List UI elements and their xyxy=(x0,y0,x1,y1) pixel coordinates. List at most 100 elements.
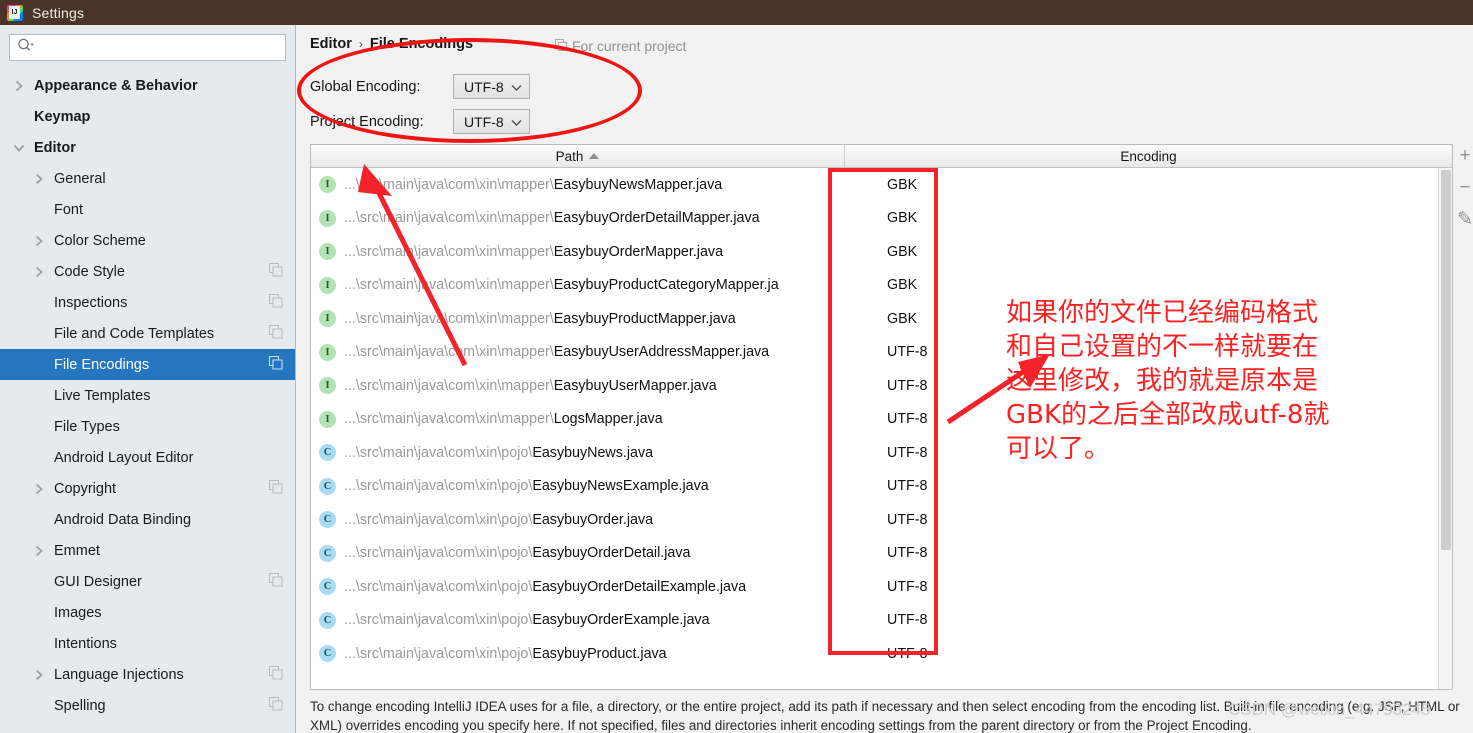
encodings-table: Path Encoding I ...\src\main\java\com\xin… xyxy=(310,144,1453,690)
table-row[interactable]: C ...\src\main\java\com\xin\pojo\ EasybuyO… xyxy=(311,570,1452,604)
class-icon: C xyxy=(319,578,336,596)
cell-encoding[interactable]: GBK xyxy=(845,244,917,260)
path-filename: EasybuyUserAddressMapper.java xyxy=(553,344,770,361)
cell-encoding[interactable]: UTF-8 xyxy=(845,579,928,595)
cell-encoding[interactable]: UTF-8 xyxy=(845,445,928,461)
cell-path: C ...\src\main\java\com\xin\pojo\ EasybuyO… xyxy=(311,611,845,629)
sidebar-item-label: File and Code Templates xyxy=(54,325,215,342)
sidebar-item-file-types[interactable]: File Types xyxy=(0,411,295,442)
cell-path: I ...\src\main\java\com\xin\mapper\ Easybu… xyxy=(311,310,845,328)
chevron-down-icon[interactable] xyxy=(10,143,28,153)
class-icon: C xyxy=(319,645,336,663)
interface-icon: I xyxy=(319,243,336,261)
sidebar-item-emmet[interactable]: Emmet xyxy=(0,535,295,566)
cell-encoding[interactable]: UTF-8 xyxy=(845,411,928,427)
table-row[interactable]: I ...\src\main\java\com\xin\mapper\ Easybu… xyxy=(311,168,1452,202)
chevron-right-icon[interactable] xyxy=(30,545,48,557)
sidebar-item-file-and-code-templates[interactable]: File and Code Templates xyxy=(0,318,295,349)
table-row[interactable]: I ...\src\main\java\com\xin\mapper\ Easybu… xyxy=(311,369,1452,403)
table-scrollbar-thumb[interactable] xyxy=(1441,170,1451,550)
sidebar-item-live-templates[interactable]: Live Templates xyxy=(0,380,295,411)
table-row[interactable]: C ...\src\main\java\com\xin\pojo\ EasybuyP… xyxy=(311,637,1452,671)
sidebar-item-file-encodings[interactable]: File Encodings xyxy=(0,349,295,380)
table-scrollbar[interactable] xyxy=(1438,168,1452,689)
edit-button[interactable]: ✎ xyxy=(1456,210,1473,229)
sidebar-item-gui-designer[interactable]: GUI Designer xyxy=(0,566,295,597)
path-filename: EasybuyUserMapper.java xyxy=(553,377,717,394)
cell-encoding[interactable]: UTF-8 xyxy=(845,378,928,394)
column-header-path[interactable]: Path xyxy=(311,145,845,167)
search-input[interactable] xyxy=(34,40,285,55)
table-row[interactable]: I ...\src\main\java\com\xin\mapper\ Easybu… xyxy=(311,269,1452,303)
csdn-watermark: CSDN @weixin_44793245 xyxy=(1228,700,1431,719)
sidebar-item-language-injections[interactable]: Language Injections xyxy=(0,659,295,690)
remove-button[interactable]: − xyxy=(1456,178,1473,197)
sidebar-item-keymap[interactable]: Keymap xyxy=(0,101,295,132)
cell-encoding[interactable]: UTF-8 xyxy=(845,344,928,360)
table-row[interactable]: I ...\src\main\java\com\xin\mapper\ Easybu… xyxy=(311,336,1452,370)
sidebar-item-font[interactable]: Font xyxy=(0,194,295,225)
cell-encoding[interactable]: UTF-8 xyxy=(845,512,928,528)
cell-encoding[interactable]: UTF-8 xyxy=(845,545,928,561)
table-row[interactable]: I ...\src\main\java\com\xin\mapper\ Easybu… xyxy=(311,302,1452,336)
global-encoding-select[interactable]: UTF-8 xyxy=(453,74,530,99)
table-row[interactable]: I ...\src\main\java\com\xin\mapper\ LogsMa… xyxy=(311,403,1452,437)
table-row[interactable]: C ...\src\main\java\com\xin\pojo\ EasybuyN… xyxy=(311,436,1452,470)
table-row[interactable]: C ...\src\main\java\com\xin\pojo\ EasybuyO… xyxy=(311,503,1452,537)
sidebar-item-general[interactable]: General xyxy=(0,163,295,194)
cell-encoding[interactable]: GBK xyxy=(845,277,917,293)
sidebar-item-label: File Types xyxy=(54,418,120,435)
path-directory: ...\src\main\java\com\xin\mapper\ xyxy=(344,310,554,327)
path-directory: ...\src\main\java\com\xin\mapper\ xyxy=(344,210,554,227)
cell-encoding[interactable]: UTF-8 xyxy=(845,646,928,662)
cell-encoding[interactable]: GBK xyxy=(845,210,917,226)
add-button[interactable]: + xyxy=(1456,146,1473,165)
sidebar-item-android-data-binding[interactable]: Android Data Binding xyxy=(0,504,295,535)
column-header-encoding-label: Encoding xyxy=(1120,148,1177,164)
intellij-idea-logo-icon xyxy=(7,4,23,21)
sidebar-item-appearance-behavior[interactable]: Appearance & Behavior xyxy=(0,70,295,101)
interface-icon: I xyxy=(319,310,336,328)
table-row[interactable]: I ...\src\main\java\com\xin\mapper\ Easybu… xyxy=(311,235,1452,269)
sidebar-item-label: Font xyxy=(54,201,84,218)
sidebar-item-android-layout-editor[interactable]: Android Layout Editor xyxy=(0,442,295,473)
table-row[interactable]: C ...\src\main\java\com\xin\pojo\ EasybuyO… xyxy=(311,537,1452,571)
sidebar-item-spelling[interactable]: Spelling xyxy=(0,690,295,721)
project-encoding-label: Project Encoding: xyxy=(310,113,424,130)
cell-encoding[interactable]: GBK xyxy=(845,177,917,193)
sidebar-item-images[interactable]: Images xyxy=(0,597,295,628)
chevron-right-icon[interactable] xyxy=(30,173,48,185)
chevron-right-icon[interactable] xyxy=(10,80,28,92)
path-filename: EasybuyProductCategoryMapper.ja xyxy=(553,277,779,294)
sidebar-item-inspections[interactable]: Inspections xyxy=(0,287,295,318)
path-filename: EasybuyOrder.java xyxy=(532,511,654,528)
sidebar-item-code-style[interactable]: Code Style xyxy=(0,256,295,287)
table-row[interactable]: I ...\src\main\java\com\xin\mapper\ Easybu… xyxy=(311,202,1452,236)
cell-encoding[interactable]: UTF-8 xyxy=(845,478,928,494)
sidebar-item-intentions[interactable]: Intentions xyxy=(0,628,295,659)
chevron-right-icon[interactable] xyxy=(30,483,48,495)
cell-encoding[interactable]: GBK xyxy=(845,311,917,327)
path-filename: EasybuyProductMapper.java xyxy=(553,310,736,327)
breadcrumb-parent[interactable]: Editor xyxy=(310,36,352,52)
sidebar-item-color-scheme[interactable]: Color Scheme xyxy=(0,225,295,256)
cell-path: C ...\src\main\java\com\xin\pojo\ EasybuyO… xyxy=(311,578,845,596)
cell-path: I ...\src\main\java\com\xin\mapper\ Easybu… xyxy=(311,276,845,294)
project-encoding-select[interactable]: UTF-8 xyxy=(453,109,530,134)
path-directory: ...\src\main\java\com\xin\pojo\ xyxy=(344,444,533,461)
sidebar-item-editor[interactable]: Editor xyxy=(0,132,295,163)
cell-encoding[interactable]: UTF-8 xyxy=(845,612,928,628)
for-current-project-label: For current project xyxy=(555,38,686,54)
sidebar-item-copyright[interactable]: Copyright xyxy=(0,473,295,504)
chevron-right-icon[interactable] xyxy=(30,266,48,278)
chevron-right-icon[interactable] xyxy=(30,669,48,681)
search-box[interactable] xyxy=(9,34,286,61)
title-bar: Settings xyxy=(0,0,1473,25)
table-row[interactable]: C ...\src\main\java\com\xin\pojo\ EasybuyN… xyxy=(311,470,1452,504)
column-header-encoding[interactable]: Encoding xyxy=(845,145,1452,167)
sidebar-item-label: Intentions xyxy=(54,635,117,652)
path-directory: ...\src\main\java\com\xin\pojo\ xyxy=(344,578,533,595)
copy-icon xyxy=(269,572,283,591)
table-row[interactable]: C ...\src\main\java\com\xin\pojo\ EasybuyO… xyxy=(311,604,1452,638)
chevron-right-icon[interactable] xyxy=(30,235,48,247)
